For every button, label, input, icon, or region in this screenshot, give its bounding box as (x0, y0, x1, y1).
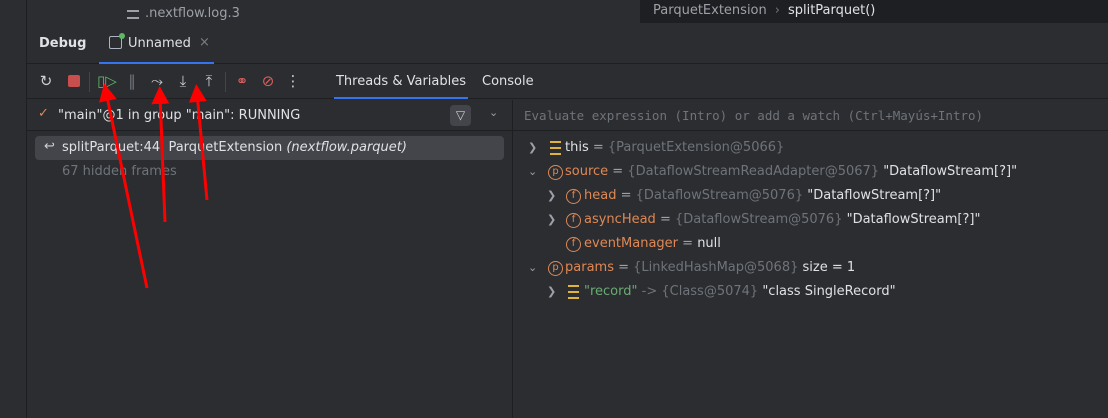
field-icon: f (566, 237, 581, 252)
step-over-icon[interactable]: ⤳ (148, 72, 166, 90)
check-icon: ✓ (38, 106, 49, 121)
chevron-right-icon[interactable]: ❯ (547, 189, 559, 202)
variable-type: {Class@5074} (661, 284, 759, 299)
parameter-icon: p (548, 261, 563, 276)
tab-console[interactable]: Console (482, 74, 534, 89)
separator: -> (637, 284, 662, 299)
separator: = (613, 260, 634, 275)
step-out-icon[interactable]: ⤒ (200, 72, 218, 90)
breadcrumb-class[interactable]: ParquetExtension (653, 3, 767, 18)
variable-name: source (565, 164, 609, 179)
toolbar-divider (89, 72, 90, 92)
rerun-icon[interactable]: ↻ (37, 72, 55, 90)
variable-name: this (565, 140, 589, 155)
running-indicator-icon (119, 33, 125, 39)
panel-divider[interactable] (512, 100, 513, 418)
stack-frame[interactable]: ↩ splitParquet:44, ParquetExtension (nex… (35, 136, 504, 160)
mute-breakpoints-icon[interactable]: ⊘ (259, 72, 277, 90)
parameter-icon: p (548, 165, 563, 180)
variable-type: {LinkedHashMap@5068} (633, 260, 799, 275)
variable-name: params (565, 260, 614, 275)
breadcrumb-method[interactable]: splitParquet() (788, 3, 875, 18)
tab-threads-variables[interactable]: Threads & Variables (334, 74, 468, 99)
variable-value: null (697, 236, 721, 251)
breadcrumb-separator-icon: › (774, 3, 780, 18)
variable-name: eventManager (584, 236, 679, 251)
separator: = (588, 140, 608, 155)
chevron-down-icon[interactable]: ⌄ (489, 106, 498, 119)
variable-value: "class SingleRecord" (758, 284, 896, 299)
chevron-right-icon[interactable]: ❯ (528, 141, 540, 154)
stop-button[interactable] (65, 72, 83, 90)
close-icon[interactable]: × (199, 35, 210, 50)
view-breakpoints-icon[interactable]: ⚭ (233, 72, 251, 90)
tab-unnamed-session[interactable]: Unnamed × (99, 23, 214, 64)
thread-label: "main"@1 in group "main": RUNNING (58, 108, 301, 123)
evaluate-expression-input[interactable] (513, 100, 1108, 130)
variable-value: "DataflowStream[?]" (879, 164, 1018, 179)
chevron-right-icon[interactable]: ❯ (547, 285, 559, 298)
step-into-icon[interactable]: ⤓ (174, 72, 192, 90)
variable-name: asyncHead (584, 212, 656, 227)
variable-value: "DataflowStream[?]" (803, 188, 942, 203)
breadcrumb: ParquetExtension › splitParquet() (640, 0, 1108, 23)
frame-package: (nextflow.parquet) (286, 140, 407, 155)
variable-type: {DataflowStream@5076} (674, 212, 843, 227)
separator: = (616, 188, 636, 203)
debug-tab-bar: Debug Unnamed × (27, 23, 1108, 64)
variable-type: {ParquetExtension@5066} (607, 140, 785, 155)
debug-toolbar: ↻ ▯▷ ‖ ⤳ ⤓ ⤒ ⚭ ⊘ ⋮ Threads & Variables C… (27, 64, 1108, 99)
separator: = (655, 212, 675, 227)
object-icon (550, 141, 561, 155)
chevron-down-icon[interactable]: ⌄ (528, 261, 540, 274)
pause-icon[interactable]: ‖ (123, 72, 141, 90)
variable-name: head (584, 188, 617, 203)
tab-label: Unnamed (128, 36, 191, 51)
hidden-frames-link[interactable]: 67 hidden frames (62, 164, 177, 179)
toolbar-divider (225, 72, 226, 92)
chevron-down-icon[interactable]: ⌄ (528, 165, 540, 178)
resume-icon[interactable]: ▯▷ (97, 72, 117, 90)
variable-value: size = 1 (798, 260, 856, 275)
debug-panel-title: Debug (39, 36, 87, 51)
separator: = (608, 164, 628, 179)
left-tool-strip (0, 0, 27, 418)
more-icon[interactable]: ⋮ (284, 72, 302, 90)
variable-type: {DataflowStream@5076} (635, 188, 804, 203)
filter-icon[interactable]: ▽ (450, 105, 471, 126)
stop-icon (68, 75, 80, 87)
map-key: "record" (584, 284, 638, 299)
chevron-right-icon[interactable]: ❯ (547, 213, 559, 226)
text-file-icon (127, 10, 139, 19)
frame-method: splitParquet:44, ParquetExtension (62, 140, 287, 155)
evaluate-bar (513, 100, 1108, 131)
field-icon: f (566, 189, 581, 204)
field-icon: f (566, 213, 581, 228)
thread-selector[interactable]: ✓ "main"@1 in group "main": RUNNING ▽ ⌄ (27, 100, 512, 131)
variable-type: {DataflowStreamReadAdapter@5067} (627, 164, 880, 179)
object-icon (568, 285, 579, 299)
separator: = (678, 236, 698, 251)
variable-value: "DataflowStream[?]" (842, 212, 981, 227)
file-name: .nextflow.log.3 (145, 6, 240, 21)
return-arrow-icon: ↩ (44, 139, 55, 154)
